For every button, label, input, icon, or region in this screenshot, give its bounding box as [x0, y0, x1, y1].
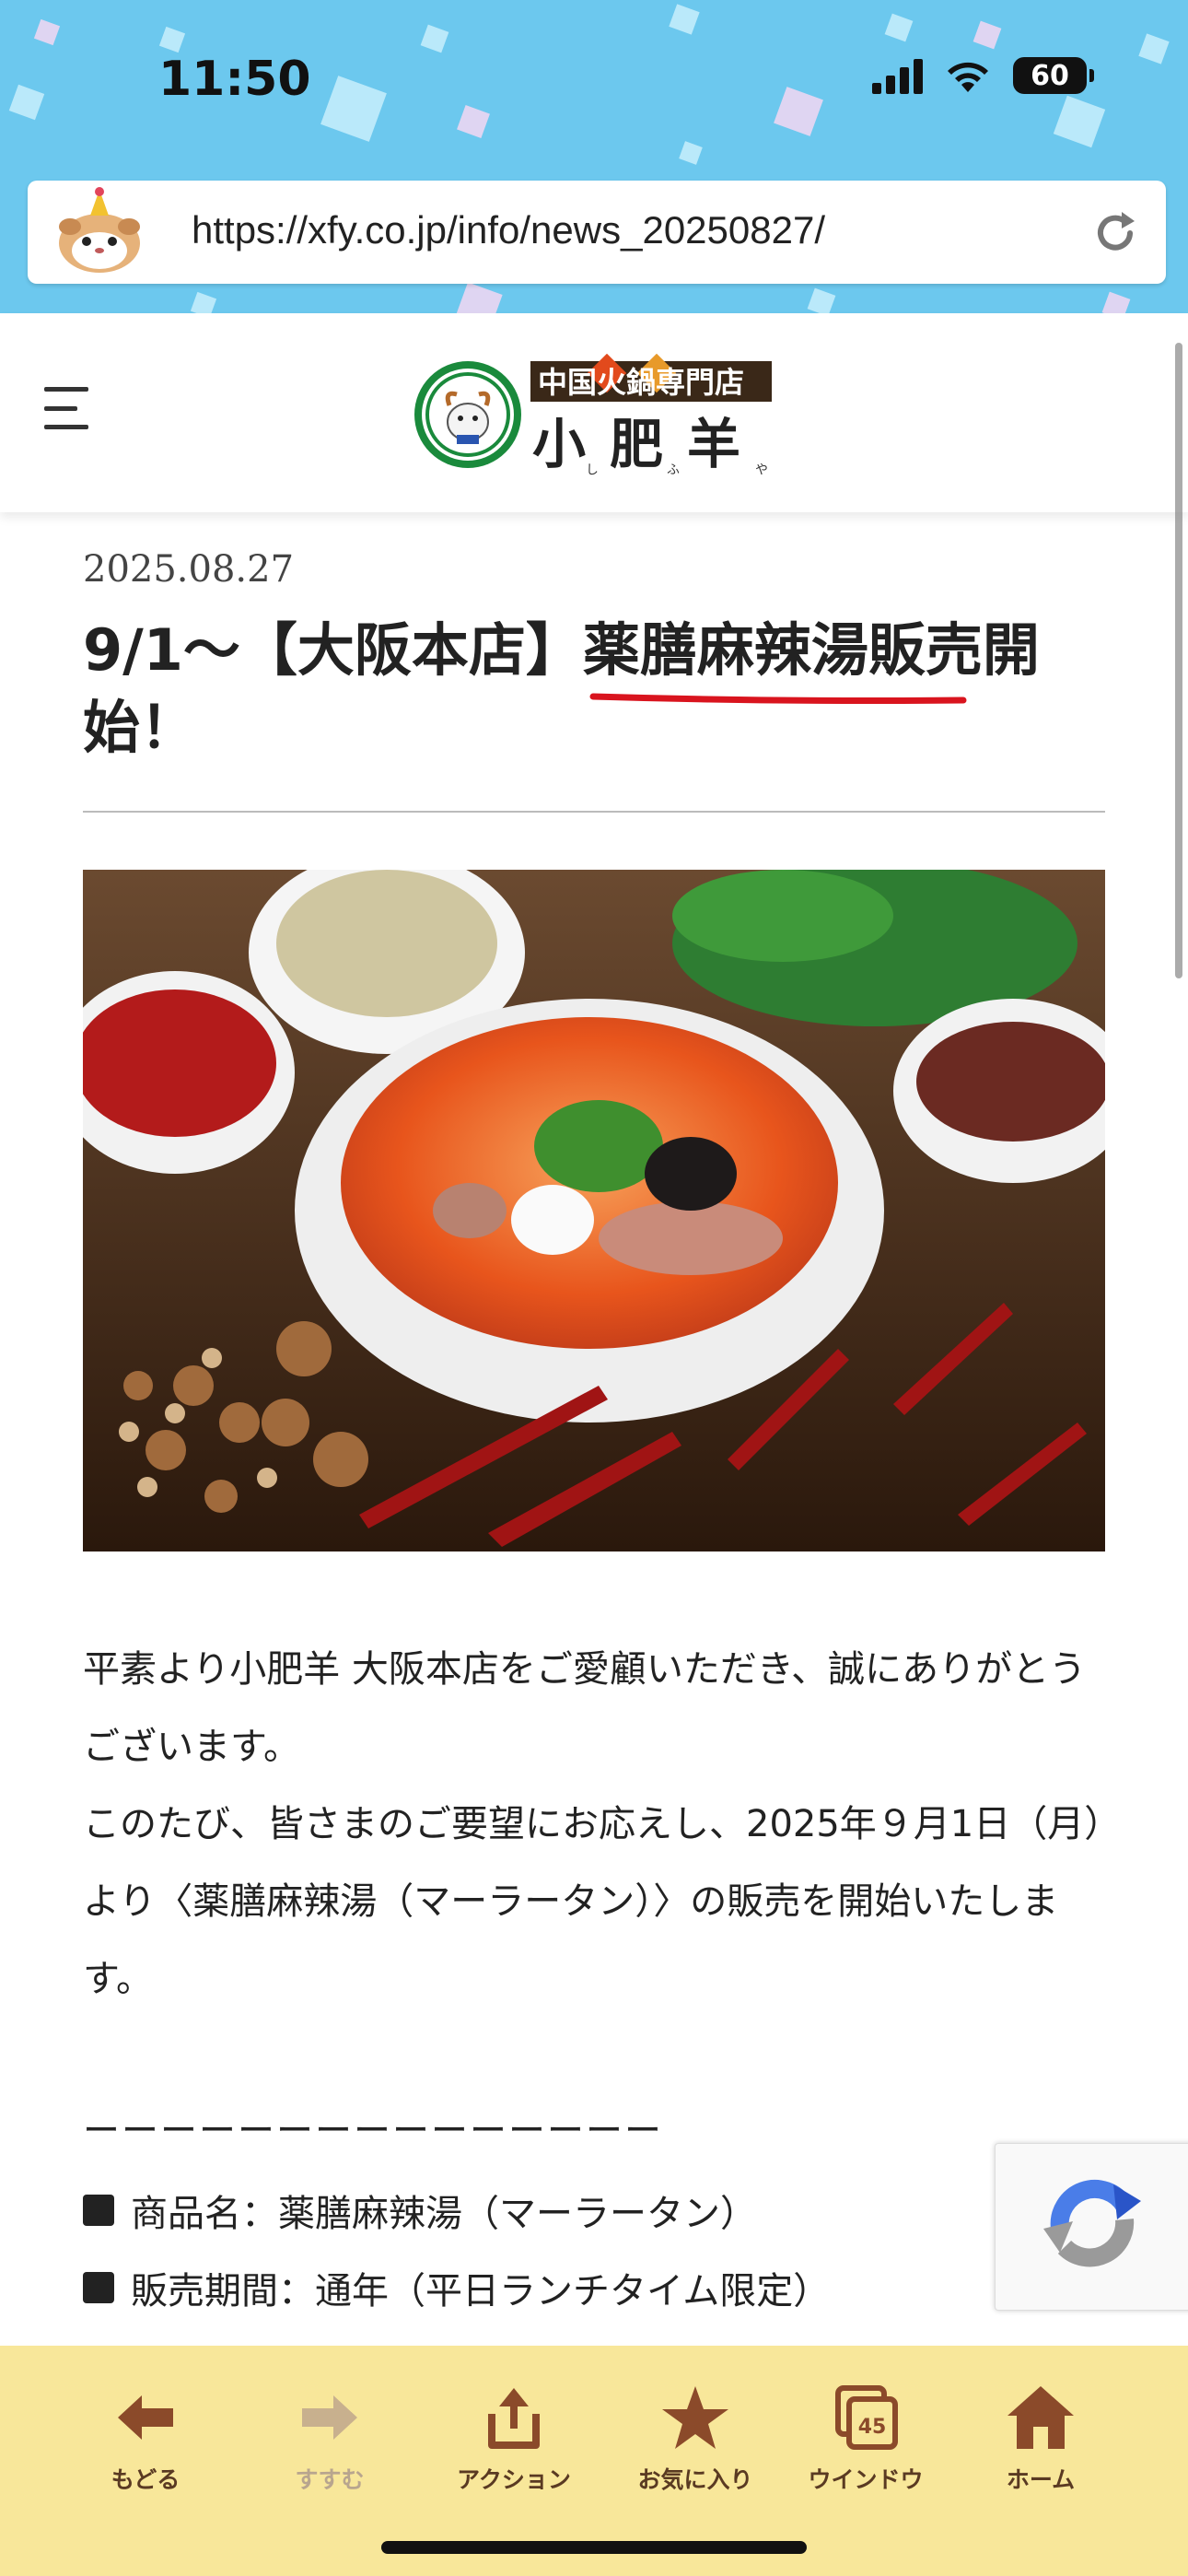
- windows-label: ウインドウ: [808, 2466, 924, 2493]
- share-icon: [488, 2388, 540, 2449]
- menu-icon[interactable]: [44, 387, 88, 429]
- forward-label: すすむ: [295, 2466, 365, 2493]
- spec-item-period: 販売期間：通年（平日ランチタイム限定）: [83, 2261, 830, 2314]
- home-indicator[interactable]: [381, 2541, 807, 2554]
- home-label: ホーム: [1006, 2466, 1076, 2493]
- logo-ruby-2: ふぇい: [665, 463, 680, 475]
- logo-top-text: 中国火鍋専門店: [538, 365, 744, 400]
- article-body: 平素より小肥羊 大阪本店をご愛顧いただき、誠にありがとうございます。 このたび、…: [83, 1631, 1114, 2018]
- back-label: もどる: [111, 2466, 181, 2493]
- windows-icon: 45: [835, 2385, 898, 2450]
- url-text[interactable]: https://xfy.co.jp/info/news_20250827/: [192, 208, 825, 252]
- wifi-icon: [948, 62, 988, 92]
- title-divider: [83, 811, 1105, 813]
- spec-text: 商品名：薬膳麻辣湯（マーラータン）: [131, 2193, 757, 2235]
- spec-text: 販売期間：通年（平日ランチタイム限定）: [131, 2270, 831, 2313]
- favorites-label: お気に入り: [637, 2466, 753, 2493]
- back-button[interactable]: もどる: [63, 2383, 228, 2495]
- arrow-right-icon: [302, 2395, 357, 2440]
- status-icons: 60: [872, 57, 1094, 94]
- recaptcha-icon: [1043, 2179, 1141, 2267]
- status-and-address-area: 11:50 60 https://xfy.co.jp/info/news_202…: [0, 0, 1188, 313]
- status-time: 11:50: [158, 52, 311, 107]
- recaptcha-badge[interactable]: [995, 2143, 1188, 2311]
- action-button[interactable]: アクション: [431, 2383, 597, 2495]
- article-paragraph-2: このたび、皆さまのご要望にお応えし、2025年９月1日（月）より〈薬膳麻辣湯（マ…: [83, 1803, 1103, 2000]
- logo-ruby-3: やん: [753, 463, 768, 475]
- title-underline-mark: [589, 693, 967, 704]
- reload-icon[interactable]: [1090, 208, 1140, 258]
- article-date: 2025.08.27: [83, 548, 295, 591]
- cellular-signal-icon: [872, 57, 923, 94]
- star-icon: [662, 2386, 728, 2449]
- windows-count: 45: [858, 2416, 887, 2439]
- logo-name: 小肥羊: [532, 413, 764, 475]
- logo-ruby-1: しゃお: [584, 463, 599, 475]
- home-button[interactable]: ホーム: [958, 2383, 1124, 2495]
- spec-item-name: 商品名：薬膳麻辣湯（マーラータン）: [83, 2184, 757, 2237]
- separator-line: ーーーーーーーーーーーーーーー: [83, 2110, 663, 2152]
- favorites-button[interactable]: お気に入り: [612, 2383, 778, 2495]
- site-header: 中国火鍋専門店 小肥羊 しゃお ふぇい やん: [0, 313, 1188, 512]
- guinea-pig-mascot-icon: [59, 187, 140, 273]
- bullet-square-icon: [83, 2195, 114, 2226]
- scrollbar[interactable]: [1175, 343, 1182, 978]
- article-paragraph-1: 平素より小肥羊 大阪本店をご愛顧いただき、誠にありがとうございます。: [83, 1648, 1087, 1768]
- home-icon: [1007, 2386, 1074, 2449]
- action-label: アクション: [457, 2466, 571, 2493]
- bullet-square-icon: [83, 2272, 114, 2303]
- address-bar[interactable]: https://xfy.co.jp/info/news_20250827/: [28, 181, 1166, 284]
- forward-button[interactable]: すすむ: [247, 2383, 413, 2495]
- battery-icon: 60: [1013, 57, 1094, 94]
- site-logo[interactable]: 中国火鍋専門店 小肥羊 しゃお ふぇい やん: [413, 354, 776, 475]
- windows-button[interactable]: 45 ウインドウ: [783, 2383, 949, 2495]
- arrow-left-icon: [118, 2395, 173, 2440]
- article-photo-malatang: [83, 870, 1105, 1551]
